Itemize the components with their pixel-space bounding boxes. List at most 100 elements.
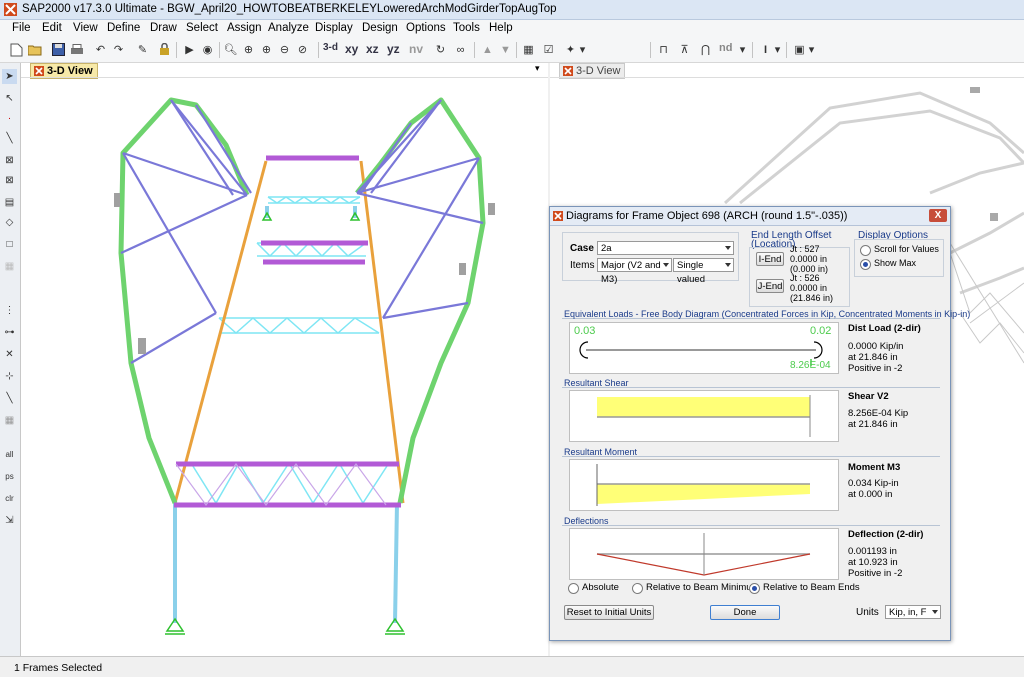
chevron-down-icon[interactable]: ▾ [807,41,816,58]
open-icon[interactable] [26,41,43,58]
dist-load-value: 0.0000 Kip/in [848,341,904,352]
pencil-icon[interactable]: ✎ [134,41,151,58]
view-3d-button[interactable]: 3-d [323,42,338,53]
menu-tools[interactable]: Tools [453,22,480,34]
items-value: Major (V2 and M3) [601,260,661,285]
items-select[interactable]: Major (V2 and M3) [597,258,672,285]
menu-design[interactable]: Design [362,22,398,34]
show-max-radio[interactable] [860,259,871,270]
draw-solid-icon[interactable]: ▦ [2,259,17,274]
zoom-in-icon[interactable]: ⊕ [258,41,275,58]
draw-line-icon[interactable]: ╲ [2,131,17,146]
view-xz-button[interactable]: xz [366,42,379,56]
window-title: SAP2000 v17.3.0 Ultimate - BGW_April20_H… [22,3,557,15]
nd-button[interactable]: nd [719,42,732,54]
view-xy-button[interactable]: xy [345,42,358,56]
shear-location: at 21.846 in [848,419,898,430]
draw-section-cut-icon[interactable]: ▤ [2,195,17,210]
print-icon[interactable] [68,41,85,58]
draw-brace-icon[interactable]: ⊠ [2,173,17,188]
free-body-diagram: 0.03 0.02 8.26E-04 [569,322,839,374]
dist-load-title: Dist Load (2-dir) [848,323,921,334]
relative-ends-radio[interactable] [749,583,760,594]
menu-bar: File Edit View Define Draw Select Assign… [0,20,1024,38]
zoom-window-icon[interactable]: 🔍︎ [222,41,239,58]
frame-icon[interactable]: ⊓ [655,41,672,58]
menu-help[interactable]: Help [489,22,513,34]
select-all-icon[interactable]: ⋮ [2,303,17,318]
save-icon[interactable] [50,41,67,58]
section-icon[interactable]: I [757,41,774,58]
run-now-icon[interactable]: ◉ [199,41,216,58]
select-grid-icon[interactable]: ▦ [2,413,17,428]
redo-icon[interactable]: ↷ [110,41,127,58]
pan-icon[interactable]: ⊘ [294,41,311,58]
undo-icon[interactable]: ↶ [92,41,109,58]
menu-view[interactable]: View [73,22,98,34]
select-link-icon[interactable]: ⊶ [2,325,17,340]
left-3d-view[interactable]: 3-D View ▾ [21,63,548,656]
clear-select-icon[interactable]: clr [2,491,17,506]
area-icon[interactable]: ▣ [791,41,808,58]
move-down-icon[interactable]: ▼ [497,41,514,58]
select-intersect-icon[interactable]: ⊹ [2,369,17,384]
chevron-down-icon[interactable]: ▾ [773,41,782,58]
lock-icon[interactable] [156,41,173,58]
display-options-icon[interactable]: ✦ [562,41,579,58]
select-cross-icon[interactable]: ✕ [2,347,17,362]
zoom-restore-icon[interactable]: ⊕ [240,41,257,58]
draw-point-icon[interactable]: · [2,111,17,126]
zoom-out-icon[interactable]: ⊖ [276,41,293,58]
menu-file[interactable]: File [12,22,31,34]
draw-rect-area-icon[interactable]: □ [2,237,17,252]
iend-button[interactable]: I-End [756,252,784,266]
items-mode-select[interactable]: Single valued [673,258,734,285]
jend-joint: Jt : 526 [790,273,820,283]
set-display-icon[interactable]: ▦ [520,41,537,58]
view-nv-button[interactable]: nv [409,42,423,56]
select-line-icon[interactable]: ╲ [2,391,17,406]
pointer-icon[interactable]: ➤ [2,69,17,84]
chevron-down-icon[interactable]: ▾ [578,41,587,58]
new-model-icon[interactable] [8,41,25,58]
menu-select[interactable]: Select [186,22,218,34]
run-analysis-icon[interactable]: ▶ [181,41,198,58]
menu-analyze[interactable]: Analyze [268,22,309,34]
absolute-radio[interactable] [568,583,579,594]
frame-brace-icon[interactable]: ⊼ [676,41,693,58]
rotate-icon[interactable]: ↻ [432,41,449,58]
view-yz-button[interactable]: yz [387,42,400,56]
menu-edit[interactable]: Edit [42,22,62,34]
shear-title: Resultant Shear [564,378,629,388]
relative-min-radio[interactable] [632,583,643,594]
units-select[interactable]: Kip, in, F [885,605,941,619]
scroll-values-radio[interactable] [860,245,871,256]
snap-icon[interactable]: ⇲ [2,513,17,528]
quick-frame-icon[interactable]: ⊠ [2,153,17,168]
chevron-down-icon [932,610,938,614]
jend-offset: 0.0000 in [790,283,828,293]
menu-define[interactable]: Define [107,22,140,34]
draw-poly-area-icon[interactable]: ◇ [2,215,17,230]
iend-offset: 0.0000 in [790,254,828,264]
check-icon[interactable]: ☑ [540,41,557,58]
menu-draw[interactable]: Draw [150,22,177,34]
done-button[interactable]: Done [710,605,780,620]
move-up-icon[interactable]: ▲ [479,41,496,58]
case-label: Case [570,243,594,254]
reset-units-button[interactable]: Reset to Initial Units [564,605,654,620]
menu-options[interactable]: Options [406,22,446,34]
frame-arch-icon[interactable]: ⋂ [697,41,714,58]
case-select[interactable]: 2a [597,241,734,255]
absolute-label: Absolute [582,582,619,593]
menu-assign[interactable]: Assign [227,22,262,34]
close-button[interactable]: X [929,209,947,222]
menu-display[interactable]: Display [315,22,353,34]
perspective-icon[interactable]: ∞ [452,41,469,58]
jend-button[interactable]: J-End [756,279,784,293]
chevron-down-icon[interactable]: ▾ [738,41,747,58]
previous-select-icon[interactable]: ps [2,469,17,484]
select-all-text-icon[interactable]: all [2,447,17,462]
reshape-icon[interactable]: ↖ [2,91,17,106]
end-force-value: 8.26E-04 [790,360,831,371]
